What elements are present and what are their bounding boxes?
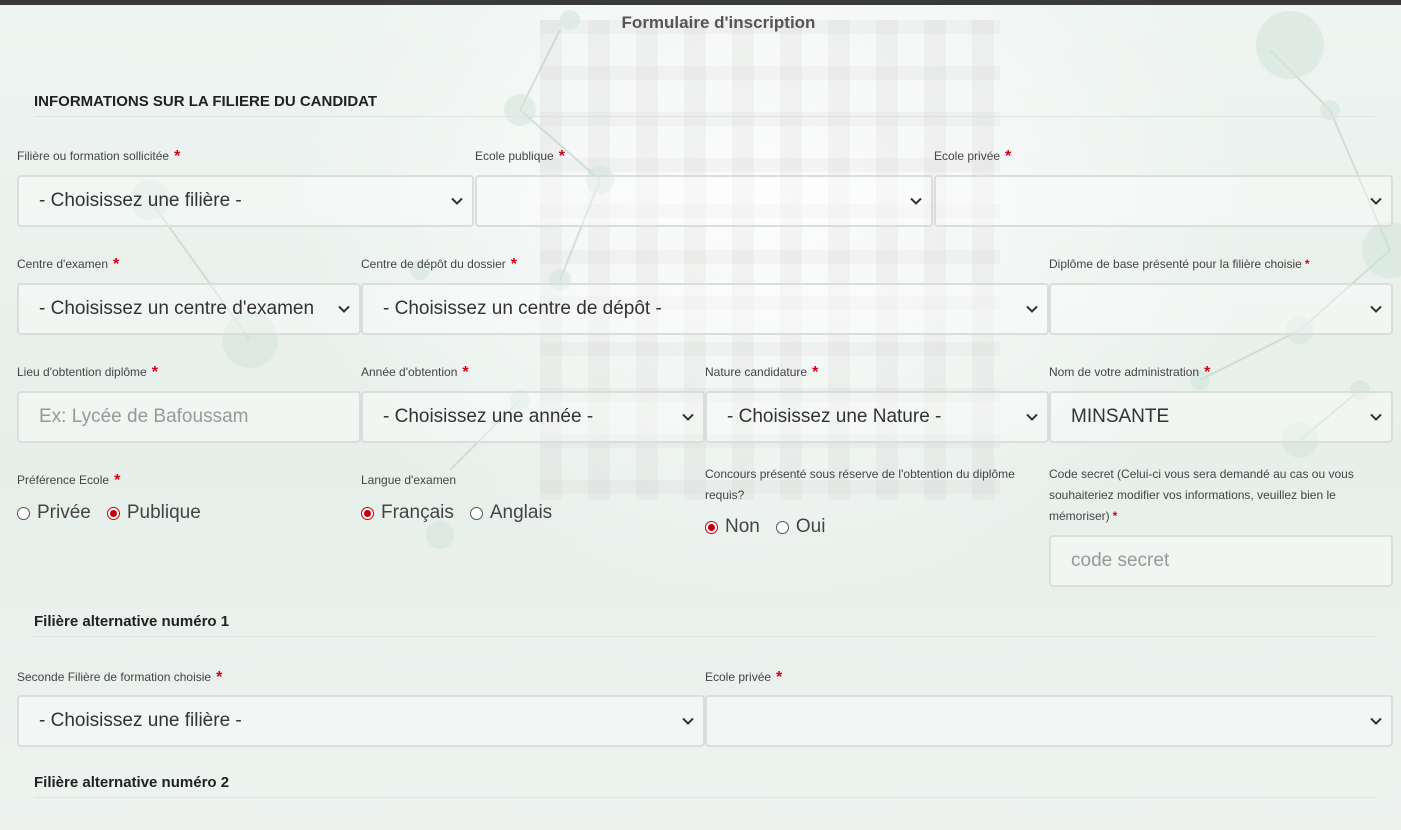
radio-non[interactable]: Non xyxy=(705,516,760,538)
label-lieu-obtention: Lieu d'obtention diplôme * xyxy=(17,364,158,381)
annee-obtention-select-value: - Choisissez une année - xyxy=(383,406,594,427)
label-preference-ecole: Préférence Ecole * xyxy=(17,472,121,489)
chevron-down-icon xyxy=(682,413,694,421)
radio-anglais[interactable]: Anglais xyxy=(469,502,553,524)
chevron-down-icon xyxy=(1370,197,1382,205)
radio-privee-circle[interactable] xyxy=(17,506,30,520)
radio-privee-label: Privée xyxy=(37,502,91,523)
centre-depot-select-value: - Choisissez un centre de dépôt - xyxy=(383,298,662,319)
lieu-obtention-input[interactable]: Ex: Lycée de Bafoussam xyxy=(17,391,361,443)
nature-candidature-select-value: - Choisissez une Nature - xyxy=(727,406,942,427)
radio-publique[interactable]: Publique xyxy=(106,502,201,524)
administration-select-value: MINSANTE xyxy=(1071,406,1170,427)
radio-oui-circle[interactable] xyxy=(775,520,789,534)
radio-francais[interactable]: Français xyxy=(361,502,454,524)
top-bar xyxy=(0,0,1401,5)
chevron-down-icon xyxy=(1026,413,1038,421)
label-ecole-publique: Ecole publique * xyxy=(475,148,565,165)
seconde-filiere-select-value: - Choisissez une filière - xyxy=(39,710,242,731)
label-langue-examen: Langue d'examen xyxy=(361,473,457,487)
radio-non-label: Non xyxy=(725,516,760,537)
label-administration: Nom de votre administration * xyxy=(1049,364,1211,381)
label-code-secret: Code secret (Celui-ci vous sera demandé … xyxy=(1049,467,1354,523)
preference-ecole-radio-group: Privée Publique xyxy=(17,502,217,524)
annee-obtention-select[interactable]: - Choisissez une année - xyxy=(361,391,705,443)
radio-oui-label: Oui xyxy=(795,516,826,537)
filiere-select[interactable]: - Choisissez une filière - xyxy=(17,175,474,227)
code-secret-placeholder: code secret xyxy=(1071,550,1170,571)
radio-non-circle[interactable] xyxy=(705,520,718,534)
centre-depot-select[interactable]: - Choisissez un centre de dépôt - xyxy=(361,283,1049,335)
radio-anglais-circle[interactable] xyxy=(469,506,483,520)
label-diplome-base: Diplôme de base présenté pour la filière… xyxy=(1049,257,1310,271)
label-ecole-privee-alt1: Ecole privée * xyxy=(705,669,783,686)
label-centre-depot: Centre de dépôt du dossier * xyxy=(361,256,517,273)
chevron-down-icon xyxy=(1370,717,1382,725)
centre-examen-select-value: - Choisissez un centre d'examen xyxy=(39,298,315,319)
page-title: Formulaire d'inscription xyxy=(621,13,816,32)
radio-publique-circle[interactable] xyxy=(106,506,120,520)
registration-form: Formulaire d'inscription INFORMATIONS SU… xyxy=(0,0,1401,830)
diplome-base-select[interactable] xyxy=(1049,283,1393,335)
label-filiere: Filière ou formation sollicitée * xyxy=(17,148,181,165)
langue-examen-radio-group: Français Anglais xyxy=(361,502,568,524)
chevron-down-icon xyxy=(338,305,350,313)
seconde-filiere-select[interactable]: - Choisissez une filière - xyxy=(17,695,705,747)
radio-oui[interactable]: Oui xyxy=(775,516,826,538)
label-annee-obtention: Année d'obtention * xyxy=(361,364,469,381)
chevron-down-icon xyxy=(910,197,922,205)
radio-anglais-label: Anglais xyxy=(489,502,553,523)
label-nature-candidature: Nature candidature * xyxy=(705,364,819,381)
concours-reserve-radio-group: Non Oui xyxy=(705,516,841,538)
chevron-down-icon xyxy=(1026,305,1038,313)
label-ecole-privee: Ecole privée * xyxy=(934,148,1012,165)
section-title-alt1: Filière alternative numéro 1 xyxy=(34,613,1375,637)
section-title-main: INFORMATIONS SUR LA FILIERE DU CANDIDAT xyxy=(34,93,1375,117)
ecole-privee-alt1-select[interactable] xyxy=(705,695,1393,747)
filiere-select-value: - Choisissez une filière - xyxy=(39,190,242,211)
radio-privee[interactable]: Privée xyxy=(17,502,91,524)
centre-examen-select[interactable]: - Choisissez un centre d'examen xyxy=(17,283,361,335)
section-title-alt2: Filière alternative numéro 2 xyxy=(34,774,1375,798)
label-concours-reserve: Concours présenté sous réserve de l'obte… xyxy=(705,467,1015,502)
label-centre-examen: Centre d'examen * xyxy=(17,256,120,273)
nature-candidature-select[interactable]: - Choisissez une Nature - xyxy=(705,391,1049,443)
label-seconde-filiere: Seconde Filière de formation choisie * xyxy=(17,669,223,686)
chevron-down-icon xyxy=(451,197,463,205)
lieu-obtention-placeholder: Ex: Lycée de Bafoussam xyxy=(39,406,249,427)
administration-select[interactable]: MINSANTE xyxy=(1049,391,1393,443)
ecole-privee-select[interactable] xyxy=(934,175,1393,227)
chevron-down-icon xyxy=(1370,305,1382,313)
code-secret-input[interactable]: code secret xyxy=(1049,535,1393,587)
ecole-publique-select[interactable] xyxy=(475,175,933,227)
radio-francais-circle[interactable] xyxy=(361,506,374,520)
radio-francais-label: Français xyxy=(381,502,454,523)
chevron-down-icon xyxy=(682,717,694,725)
radio-publique-label: Publique xyxy=(126,502,201,523)
chevron-down-icon xyxy=(1370,413,1382,421)
